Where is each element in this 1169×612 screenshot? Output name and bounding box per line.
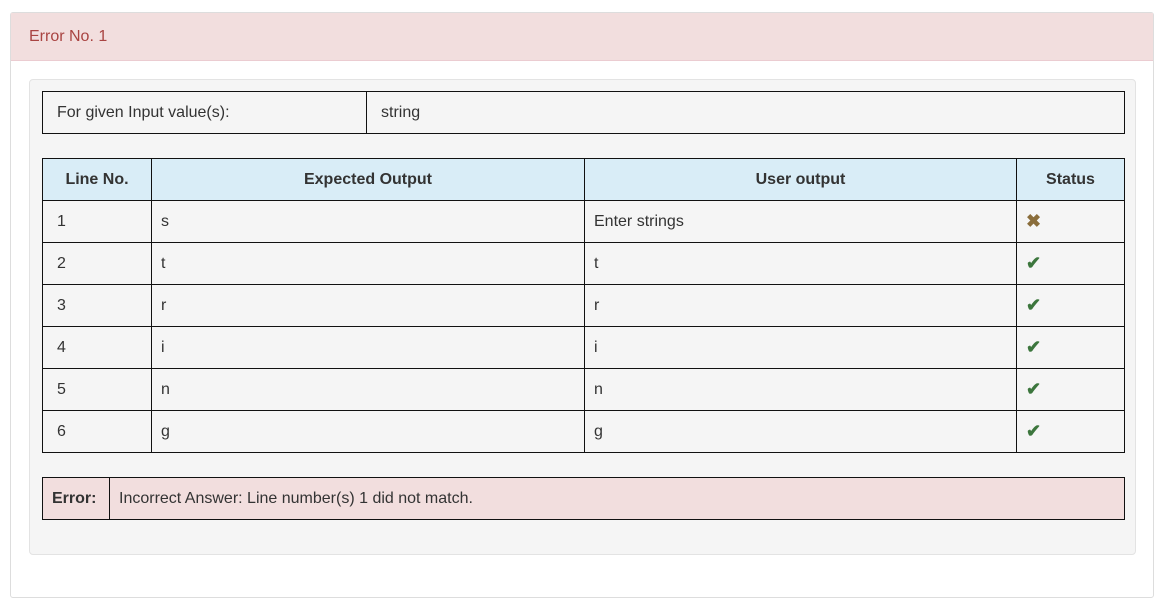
status-cell: ✔ xyxy=(1016,410,1125,453)
user-output-cell: t xyxy=(584,242,1017,285)
line-no-cell: 6 xyxy=(42,410,152,453)
line-no-cell: 4 xyxy=(42,326,152,369)
table-row: 6 g g ✔ xyxy=(42,410,1125,453)
expected-cell: r xyxy=(151,284,585,327)
line-no-cell: 5 xyxy=(42,368,152,411)
user-output-cell: g xyxy=(584,410,1017,453)
cross-icon: ✖ xyxy=(1026,211,1042,231)
expected-cell: t xyxy=(151,242,585,285)
user-output-cell: r xyxy=(584,284,1017,327)
status-cell: ✔ xyxy=(1016,326,1125,369)
error-row: Error: Incorrect Answer: Line number(s) … xyxy=(42,477,1125,520)
header-user-output: User output xyxy=(584,158,1017,201)
status-cell: ✔ xyxy=(1016,368,1125,411)
line-no-cell: 2 xyxy=(42,242,152,285)
table-row: 3 r r ✔ xyxy=(42,284,1125,327)
error-title: Error No. 1 xyxy=(29,27,108,45)
user-output-cell: Enter strings xyxy=(584,200,1017,243)
table-row: 5 n n ✔ xyxy=(42,368,1125,411)
status-cell: ✖ xyxy=(1016,200,1125,243)
input-label: For given Input value(s): xyxy=(42,91,367,134)
expected-cell: n xyxy=(151,368,585,411)
error-table: Error: Incorrect Answer: Line number(s) … xyxy=(42,477,1125,520)
error-heading: Error No. 1 xyxy=(11,13,1153,61)
status-cell: ✔ xyxy=(1016,242,1125,285)
expected-cell: s xyxy=(151,200,585,243)
input-row: For given Input value(s): string xyxy=(42,91,1125,134)
header-line-no: Line No. xyxy=(42,158,152,201)
check-icon: ✔ xyxy=(1026,295,1042,315)
table-row: 2 t t ✔ xyxy=(42,242,1125,285)
header-expected-output: Expected Output xyxy=(151,158,585,201)
line-no-cell: 1 xyxy=(42,200,152,243)
check-icon: ✔ xyxy=(1026,253,1042,273)
error-message: Incorrect Answer: Line number(s) 1 did n… xyxy=(109,477,1125,520)
table-row: 1 s Enter strings ✖ xyxy=(42,200,1125,243)
table-row: 4 i i ✔ xyxy=(42,326,1125,369)
input-value: string xyxy=(366,91,1125,134)
result-well: For given Input value(s): string Line No… xyxy=(29,79,1136,555)
line-no-cell: 3 xyxy=(42,284,152,327)
error-panel: Error No. 1 For given Input value(s): st… xyxy=(10,12,1154,598)
output-header-row: Line No. Expected Output User output Sta… xyxy=(42,158,1125,201)
user-output-cell: n xyxy=(584,368,1017,411)
expected-cell: g xyxy=(151,410,585,453)
status-cell: ✔ xyxy=(1016,284,1125,327)
check-icon: ✔ xyxy=(1026,421,1042,441)
output-table: Line No. Expected Output User output Sta… xyxy=(42,158,1125,453)
error-label: Error: xyxy=(42,477,110,520)
user-output-cell: i xyxy=(584,326,1017,369)
expected-cell: i xyxy=(151,326,585,369)
header-status: Status xyxy=(1016,158,1125,201)
check-icon: ✔ xyxy=(1026,379,1042,399)
input-table: For given Input value(s): string xyxy=(42,91,1125,134)
check-icon: ✔ xyxy=(1026,337,1042,357)
